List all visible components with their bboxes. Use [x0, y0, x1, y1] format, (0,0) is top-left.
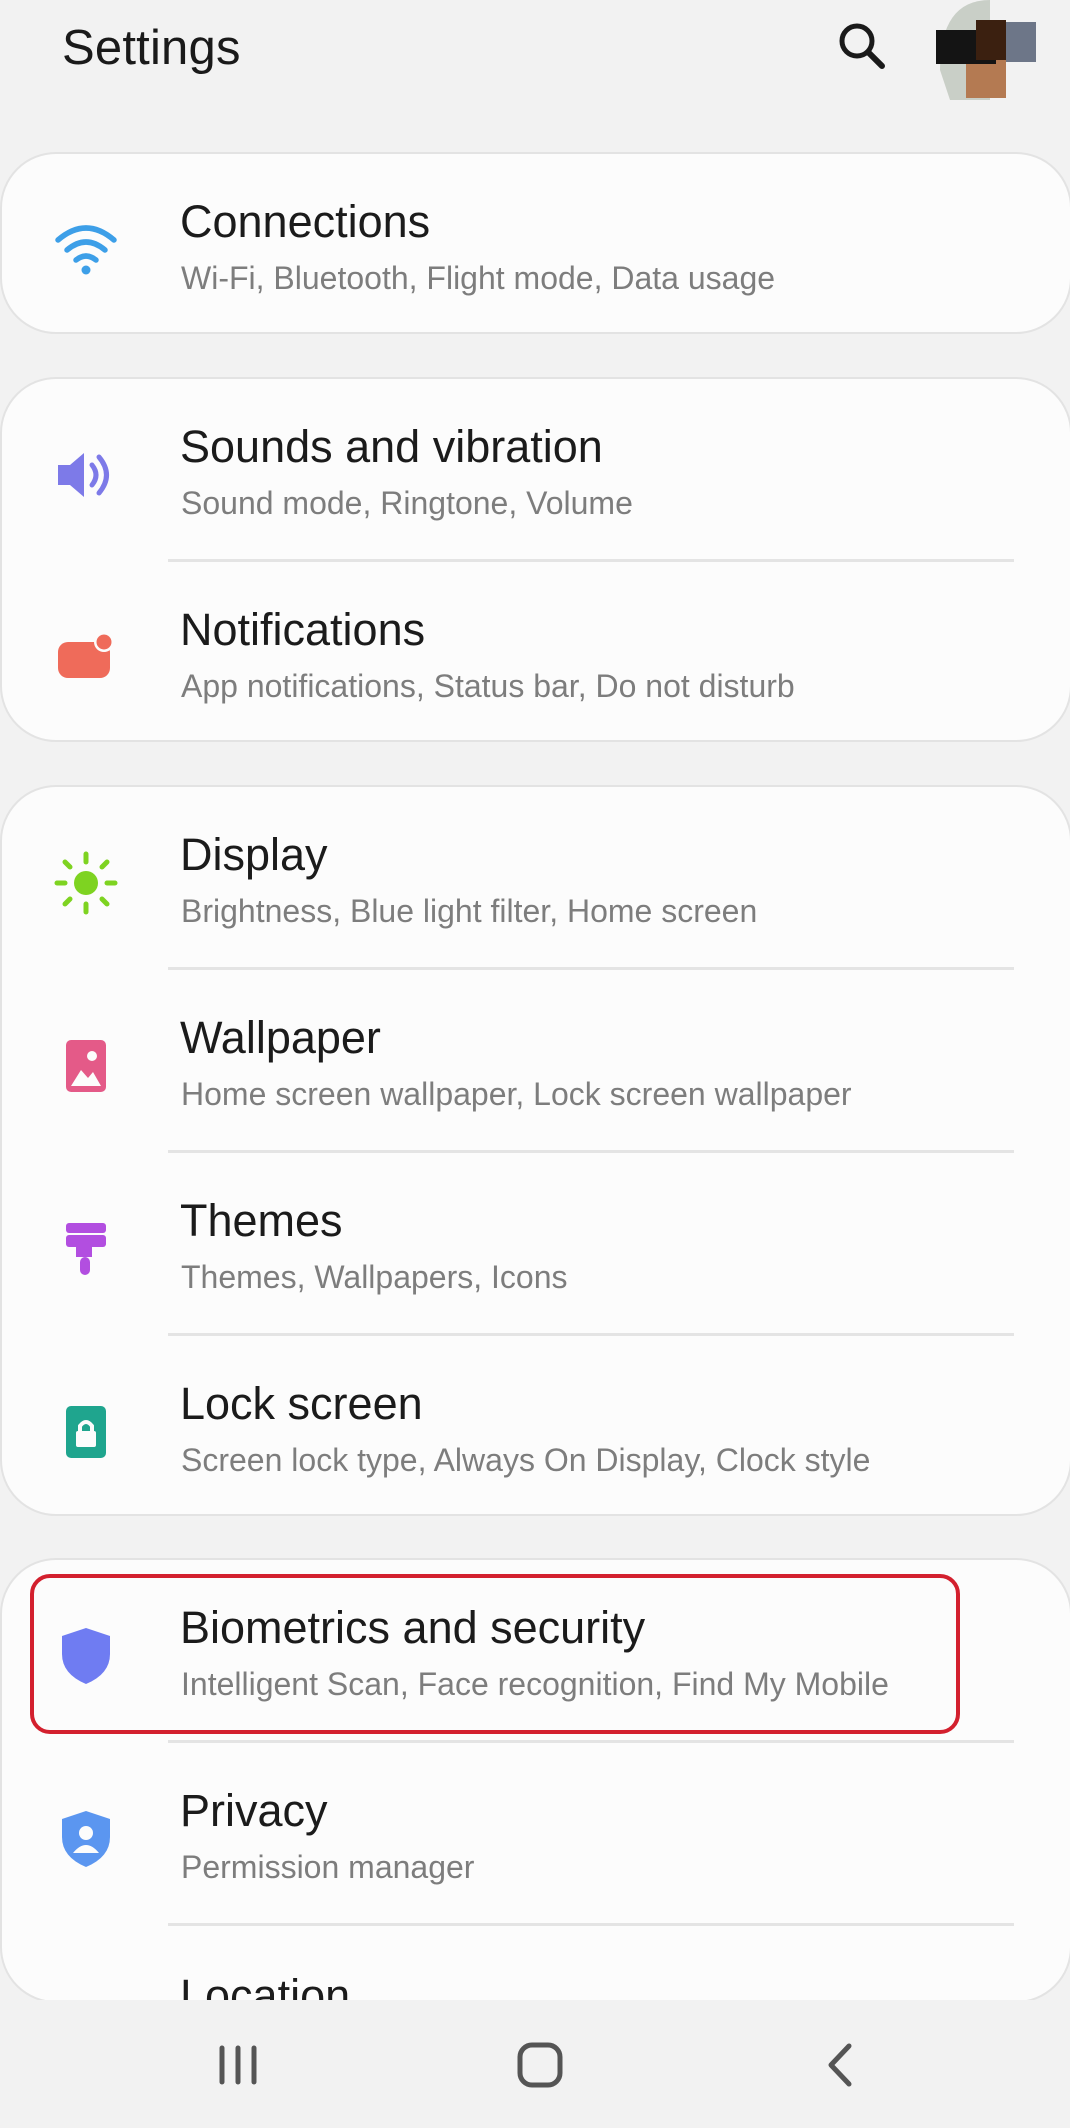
settings-card-display: Display Brightness, Blue light filter, H… — [0, 785, 1070, 1516]
settings-item-title: Display — [180, 829, 328, 880]
home-button[interactable] — [500, 2030, 580, 2100]
settings-item-subtitle: Intelligent Scan, Face recognition, Find… — [181, 1666, 889, 1702]
avatar[interactable] — [930, 0, 1040, 100]
settings-item-title: Location — [180, 1970, 351, 2003]
settings-screen: Settings Connections Wi-Fi, Bluetooth, F… — [0, 0, 1070, 2128]
settings-item-sounds[interactable]: Sounds and vibration Sound mode, Rington… — [2, 379, 1070, 562]
settings-item-title: Notifications — [180, 604, 426, 655]
settings-item-lockscreen[interactable]: Lock screen Screen lock type, Always On … — [2, 1336, 1070, 1514]
settings-item-subtitle: Wi-Fi, Bluetooth, Flight mode, Data usag… — [181, 260, 776, 296]
settings-item-title: Connections — [180, 196, 431, 247]
themes-brush-icon — [50, 1213, 122, 1285]
wallpaper-icon — [50, 1030, 122, 1102]
volume-icon — [50, 439, 122, 511]
settings-item-subtitle: Screen lock type, Always On Display, Clo… — [181, 1442, 871, 1478]
settings-item-wallpaper[interactable]: Wallpaper Home screen wallpaper, Lock sc… — [2, 970, 1070, 1153]
app-header: Settings — [0, 0, 1070, 120]
settings-item-location[interactable]: Location — [2, 1926, 1070, 2003]
wifi-icon — [50, 214, 122, 286]
shield-icon — [50, 1620, 122, 1692]
settings-item-title: Wallpaper — [180, 1012, 381, 1063]
page-title: Settings — [62, 21, 241, 75]
settings-card-security: Biometrics and security Intelligent Scan… — [0, 1558, 1070, 2003]
settings-item-privacy[interactable]: Privacy Permission manager — [2, 1743, 1070, 1926]
settings-item-title: Themes — [180, 1195, 343, 1246]
settings-item-biometrics[interactable]: Biometrics and security Intelligent Scan… — [2, 1560, 1070, 1743]
settings-item-subtitle: App notifications, Status bar, Do not di… — [181, 668, 795, 704]
settings-item-subtitle: Home screen wallpaper, Lock screen wallp… — [181, 1076, 852, 1112]
lock-icon — [50, 1396, 122, 1468]
privacy-shield-icon — [50, 1803, 122, 1875]
settings-item-subtitle: Permission manager — [181, 1849, 475, 1885]
search-button[interactable] — [830, 14, 894, 78]
settings-item-subtitle: Sound mode, Ringtone, Volume — [181, 485, 633, 521]
settings-item-subtitle: Brightness, Blue light filter, Home scre… — [181, 893, 758, 929]
settings-item-subtitle: Themes, Wallpapers, Icons — [181, 1259, 568, 1295]
navigation-bar — [0, 2000, 1070, 2128]
recents-button[interactable] — [198, 2030, 278, 2100]
notification-icon — [50, 622, 122, 694]
home-icon — [517, 2042, 563, 2088]
settings-item-title: Lock screen — [180, 1378, 423, 1429]
settings-card-connections: Connections Wi-Fi, Bluetooth, Flight mod… — [0, 152, 1070, 334]
search-icon — [839, 23, 885, 69]
back-button[interactable] — [802, 2030, 882, 2100]
settings-item-display[interactable]: Display Brightness, Blue light filter, H… — [2, 787, 1070, 970]
settings-item-themes[interactable]: Themes Themes, Wallpapers, Icons — [2, 1153, 1070, 1336]
back-icon — [828, 2043, 852, 2087]
settings-card-sounds: Sounds and vibration Sound mode, Rington… — [0, 377, 1070, 742]
settings-item-title: Biometrics and security — [180, 1602, 646, 1653]
brightness-icon — [50, 847, 122, 919]
recents-icon — [219, 2045, 257, 2085]
settings-item-title: Privacy — [180, 1785, 328, 1836]
settings-item-notifications[interactable]: Notifications App notifications, Status … — [2, 562, 1070, 740]
settings-item-title: Sounds and vibration — [180, 421, 603, 472]
settings-item-connections[interactable]: Connections Wi-Fi, Bluetooth, Flight mod… — [2, 154, 1070, 332]
